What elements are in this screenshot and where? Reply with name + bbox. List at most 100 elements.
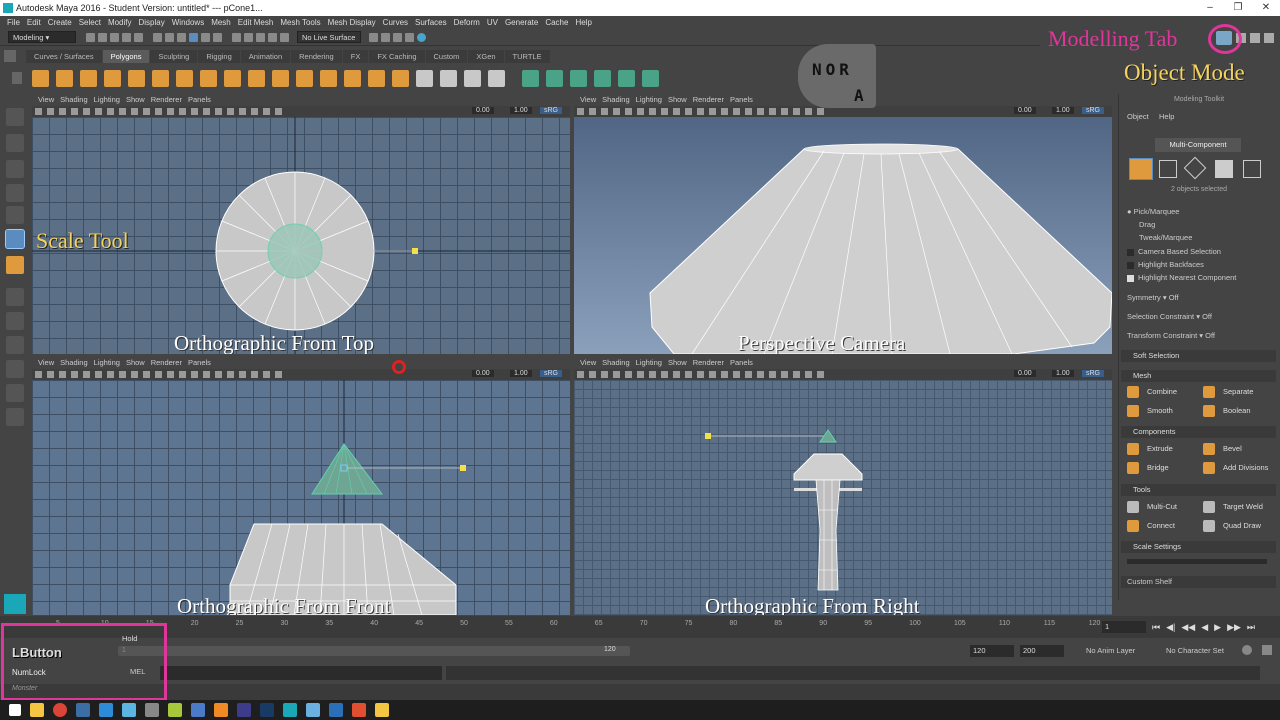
menu-mesh[interactable]: Mesh xyxy=(211,16,231,29)
connect-button[interactable]: Connect xyxy=(1123,518,1175,534)
option-tweak-marquee[interactable]: Tweak/Marquee xyxy=(1139,233,1192,242)
extrude-button[interactable]: Extrude xyxy=(1123,441,1173,457)
separate-button[interactable]: Separate xyxy=(1199,384,1253,400)
snap-grid-icon[interactable] xyxy=(232,32,241,42)
go-end-icon[interactable]: ⏭ xyxy=(1247,622,1255,633)
history-icon[interactable] xyxy=(369,32,378,42)
front-view-canvas[interactable]: Orthographic From Front xyxy=(32,380,570,615)
film-gate-icon[interactable] xyxy=(637,108,644,115)
app-icon-16[interactable] xyxy=(375,703,389,717)
current-frame-field[interactable]: 1 xyxy=(1102,621,1146,633)
single-view-icon[interactable] xyxy=(6,288,24,306)
last-tool-icon[interactable] xyxy=(6,256,24,274)
ambient-occlusion-icon[interactable] xyxy=(239,371,246,378)
wireframe-on-shaded-icon[interactable] xyxy=(733,108,740,115)
menu-mesh-tools[interactable]: Mesh Tools xyxy=(280,16,320,29)
close-button[interactable]: ✕ xyxy=(1252,0,1280,16)
channel-box-icon[interactable] xyxy=(1264,33,1274,43)
select-hierarchy-icon[interactable] xyxy=(153,32,162,42)
option-drag[interactable]: Drag xyxy=(1139,220,1155,229)
scale-settings-section[interactable]: Scale Settings xyxy=(1121,541,1276,553)
maya-taskbar-icon[interactable] xyxy=(283,703,297,717)
vp-menu-show[interactable]: Show xyxy=(126,94,145,106)
quad-draw-icon[interactable] xyxy=(464,69,481,87)
menu-deform[interactable]: Deform xyxy=(454,16,480,29)
vp-menu-renderer[interactable]: Renderer xyxy=(693,94,724,106)
quad-draw-button[interactable]: Quad Draw xyxy=(1199,518,1261,534)
extract-icon[interactable] xyxy=(272,69,289,87)
tools-section[interactable]: Tools xyxy=(1121,484,1276,496)
vp-menu-lighting[interactable]: Lighting xyxy=(94,357,120,369)
vp-menu-view[interactable]: View xyxy=(580,357,596,369)
step-back-icon[interactable]: ◀| xyxy=(1166,622,1175,633)
image-plane-icon[interactable] xyxy=(71,371,78,378)
camera-attr-icon[interactable] xyxy=(589,371,596,378)
multi-cut-button[interactable]: Multi-Cut xyxy=(1123,499,1177,515)
extrude-icon[interactable] xyxy=(344,69,361,87)
lasso-tool-icon[interactable] xyxy=(6,134,24,152)
snap-point-icon[interactable] xyxy=(256,32,265,42)
exposure-field[interactable]: 0.00 xyxy=(472,107,494,114)
film-gate-icon[interactable] xyxy=(95,371,102,378)
target-weld-button[interactable]: Target Weld xyxy=(1199,499,1263,515)
safe-title-icon[interactable] xyxy=(155,108,162,115)
vp-menu-panels[interactable]: Panels xyxy=(730,94,753,106)
textured-icon[interactable] xyxy=(203,371,210,378)
end-frame-field[interactable]: 120 xyxy=(970,645,1014,657)
vp-menu-show[interactable]: Show xyxy=(668,94,687,106)
vp-menu-renderer[interactable]: Renderer xyxy=(151,94,182,106)
app-icon-13[interactable] xyxy=(306,703,320,717)
xray-icon[interactable] xyxy=(275,371,282,378)
ipr-icon[interactable] xyxy=(393,32,402,42)
menu-select[interactable]: Select xyxy=(79,16,101,29)
vp-menu-show[interactable]: Show xyxy=(126,357,145,369)
grid-toggle-icon[interactable] xyxy=(83,108,90,115)
bevel-icon[interactable] xyxy=(392,69,409,87)
menu-create[interactable]: Create xyxy=(48,16,72,29)
multi-component-button[interactable]: Multi-Component xyxy=(1155,138,1241,152)
vp-menu-view[interactable]: View xyxy=(38,94,54,106)
smooth-icon[interactable] xyxy=(296,69,313,87)
tab-rendering[interactable]: Rendering xyxy=(291,50,342,63)
antialias-icon[interactable] xyxy=(793,108,800,115)
persp-view-canvas[interactable]: Perspective Camera xyxy=(574,117,1112,354)
isolate-select-icon[interactable] xyxy=(263,371,270,378)
viewport-right[interactable]: View Shading Lighting Show Renderer Pane… xyxy=(574,357,1112,615)
select-by-type-icon[interactable] xyxy=(201,32,210,42)
gamma-field[interactable]: 1.00 xyxy=(1052,107,1074,114)
exposure-field[interactable]: 0.00 xyxy=(1014,107,1036,114)
ambient-occlusion-icon[interactable] xyxy=(781,371,788,378)
maximize-button[interactable]: ❐ xyxy=(1224,0,1252,16)
tool-settings-icon[interactable] xyxy=(1250,33,1260,43)
select-component-icon[interactable] xyxy=(177,32,186,42)
multi-cut-icon[interactable] xyxy=(416,69,433,87)
object-mode-icon[interactable] xyxy=(1129,158,1153,180)
target-weld-icon[interactable] xyxy=(440,69,457,87)
wireframe-on-shaded-icon[interactable] xyxy=(191,108,198,115)
bookmark-icon[interactable] xyxy=(601,371,608,378)
poly-sphere-icon[interactable] xyxy=(32,69,49,87)
separate-icon[interactable] xyxy=(248,69,265,87)
camera-icon[interactable] xyxy=(35,371,42,378)
app-icon-7[interactable] xyxy=(168,703,182,717)
camera-attr-icon[interactable] xyxy=(47,371,54,378)
menu-modify[interactable]: Modify xyxy=(108,16,132,29)
layout-toggle-icon[interactable] xyxy=(6,408,24,426)
shadows-icon[interactable] xyxy=(227,108,234,115)
safe-action-icon[interactable] xyxy=(143,108,150,115)
uv-planar-icon[interactable] xyxy=(522,69,539,87)
menu-generate[interactable]: Generate xyxy=(505,16,538,29)
tab-fx[interactable]: FX xyxy=(342,50,369,63)
bridge-button[interactable]: Bridge xyxy=(1123,460,1169,476)
snap-surface-icon[interactable] xyxy=(280,32,289,42)
tab-sculpting[interactable]: Sculpting xyxy=(150,50,198,63)
vp-menu-show[interactable]: Show xyxy=(668,357,687,369)
live-surface-field[interactable]: No Live Surface xyxy=(297,31,361,43)
redo-icon[interactable] xyxy=(134,32,143,42)
vp-menu-view[interactable]: View xyxy=(38,357,54,369)
anim-layer-dropdown[interactable]: No Anim Layer xyxy=(1086,646,1135,655)
vp-menu-lighting[interactable]: Lighting xyxy=(94,94,120,106)
shelf-menu-icon[interactable] xyxy=(12,72,22,84)
tab-rigging[interactable]: Rigging xyxy=(198,50,240,63)
option-pick-marquee[interactable]: ● Pick/Marquee xyxy=(1127,207,1179,216)
